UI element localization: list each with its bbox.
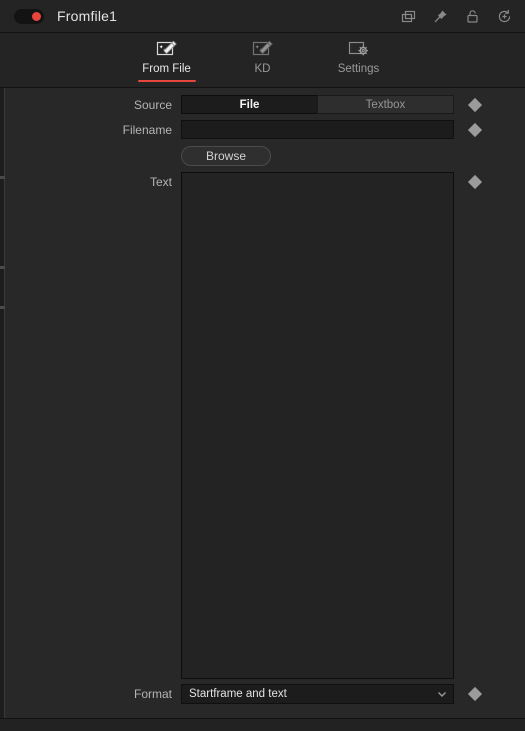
source-label: Source — [133, 98, 172, 112]
screen-gear-icon — [347, 38, 371, 60]
reset-icon[interactable] — [496, 8, 513, 25]
row-browse: Browse — [5, 146, 525, 166]
panel-bottom-strip — [0, 718, 525, 731]
row-source: Source File Textbox — [5, 95, 525, 115]
tab-active-underline — [137, 80, 196, 82]
tab-active-underline — [234, 80, 292, 82]
source-option-textbox[interactable]: Textbox — [317, 95, 454, 114]
source-toggle-group: File Textbox — [181, 95, 454, 114]
panel-body: Source File Textbox Filename Browse Text… — [0, 88, 525, 718]
keyframe-diamond-filename[interactable] — [467, 122, 483, 138]
keyframe-diamond-text[interactable] — [467, 174, 483, 190]
tool-tab-strip: From File KD Settings — [0, 33, 525, 88]
magic-wand-file-icon — [155, 38, 179, 60]
node-title-bar: Fromfile1 — [0, 0, 525, 33]
tab-kd[interactable]: KD — [228, 38, 298, 82]
row-filename: Filename — [5, 120, 525, 140]
format-dropdown[interactable]: Startframe and text — [181, 684, 454, 704]
tab-label: KD — [254, 63, 271, 75]
tab-label: From File — [142, 63, 191, 75]
pin-icon[interactable] — [432, 8, 449, 25]
filename-field — [181, 120, 525, 139]
title-bar-actions — [400, 8, 513, 25]
chevron-down-icon — [435, 687, 449, 701]
filename-input[interactable] — [181, 120, 454, 139]
keyframe-diamond-format[interactable] — [467, 686, 483, 702]
left-edge-rail — [0, 88, 5, 718]
inspector-panel: Fromfile1 From File KD Settings Source F… — [0, 0, 525, 731]
row-text: Text — [5, 172, 525, 679]
source-field: File Textbox — [181, 95, 525, 114]
keyframe-diamond-source[interactable] — [467, 97, 483, 113]
text-field — [181, 172, 525, 679]
tab-settings[interactable]: Settings — [324, 38, 394, 82]
filename-label: Filename — [122, 123, 172, 137]
text-textarea[interactable] — [181, 172, 454, 679]
node-enable-toggle[interactable] — [14, 8, 44, 24]
duplicate-icon[interactable] — [400, 8, 417, 25]
format-field: Startframe and text — [181, 684, 525, 704]
row-format: Format Startframe and text — [5, 684, 525, 704]
format-label: Format — [133, 687, 172, 701]
rail-tick — [0, 176, 5, 179]
tab-active-underline — [330, 80, 388, 82]
format-dropdown-value: Startframe and text — [189, 688, 287, 700]
source-option-file[interactable]: File — [181, 95, 318, 114]
browse-field: Browse — [181, 146, 525, 166]
rail-tick — [0, 306, 5, 309]
tab-label: Settings — [337, 63, 380, 75]
browse-button[interactable]: Browse — [181, 146, 272, 166]
magic-wand-file-icon — [251, 38, 275, 60]
node-title: Fromfile1 — [57, 8, 118, 24]
node-enable-indicator — [32, 11, 41, 21]
rail-tick — [0, 266, 5, 269]
lock-icon[interactable] — [464, 8, 481, 25]
text-label: Text — [149, 175, 172, 189]
tab-from-file[interactable]: From File — [132, 38, 202, 82]
